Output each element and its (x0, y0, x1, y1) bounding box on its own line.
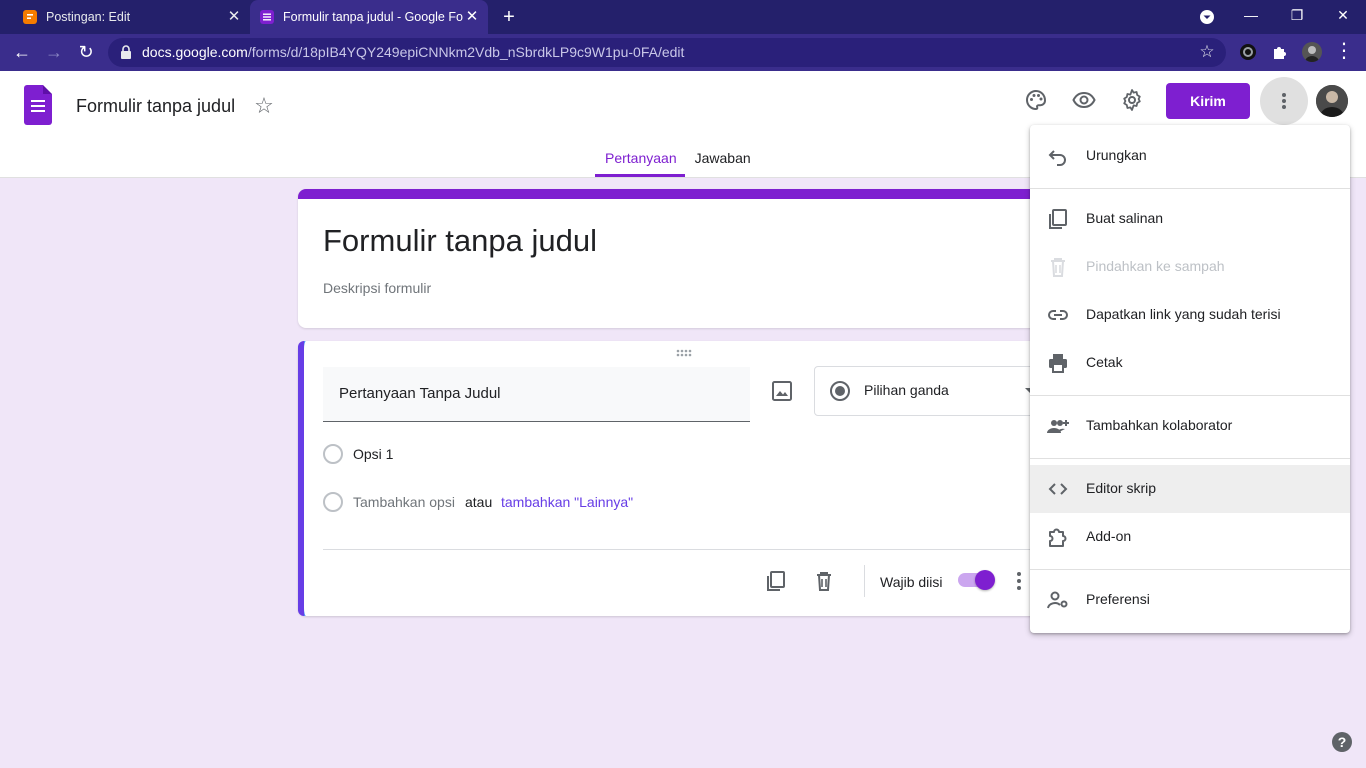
question-title-input[interactable]: Pertanyaan Tanpa Judul (323, 367, 750, 422)
forward-icon[interactable]: → (42, 40, 66, 64)
question-type-select[interactable]: Pilihan ganda (814, 366, 1044, 416)
divider (1030, 188, 1350, 189)
profile-menu-icon[interactable] (1184, 0, 1230, 34)
add-other-link[interactable]: tambahkan "Lainnya" (501, 494, 633, 510)
delete-icon[interactable] (812, 569, 836, 593)
menu-item-undo[interactable]: Urungkan (1030, 132, 1350, 180)
radio-circle-icon (323, 492, 343, 512)
option-label[interactable]: Opsi 1 (353, 446, 393, 462)
browser-tab-blogger[interactable]: Postingan: Edit ✕ (0, 0, 250, 34)
browser-tab-forms[interactable]: Formulir tanpa judul - Google Fo ✕ (250, 0, 488, 34)
menu-item-label: Urungkan (1086, 147, 1147, 163)
more-options-menu: Urungkan Buat salinan Pindahkan ke sampa… (1030, 125, 1350, 633)
close-window-icon[interactable]: ✕ (1320, 0, 1366, 34)
menu-item-label: Editor skrip (1086, 480, 1157, 496)
form-title-card: Formulir tanpa judul Deskripsi formulir (298, 189, 1058, 328)
radio-button-icon (830, 381, 850, 401)
trash-icon (1051, 258, 1065, 277)
address-bar[interactable]: docs.google.com/forms/d/18pIB4YQY249epiC… (108, 38, 1226, 67)
menu-item-move-to-trash: Pindahkan ke sampah (1030, 243, 1350, 291)
print-icon (1049, 354, 1067, 373)
back-icon[interactable]: ← (10, 40, 34, 64)
palette-icon[interactable] (1024, 88, 1048, 112)
menu-item-print[interactable]: Cetak (1030, 339, 1350, 387)
preview-eye-icon[interactable] (1072, 88, 1096, 112)
code-icon (1048, 483, 1068, 495)
more-options-button[interactable] (1260, 77, 1308, 125)
required-label: Wajib diisi (880, 574, 943, 590)
close-tab-icon[interactable]: ✕ (464, 9, 480, 25)
divider (1030, 458, 1350, 459)
menu-item-make-copy[interactable]: Buat salinan (1030, 195, 1350, 243)
menu-item-preferences[interactable]: Preferensi (1030, 576, 1350, 624)
add-image-icon[interactable] (770, 379, 794, 403)
star-icon[interactable]: ☆ (252, 95, 276, 119)
menu-item-label: Add-on (1086, 528, 1132, 544)
menu-item-add-ons[interactable]: Add-on (1030, 513, 1350, 561)
question-card[interactable]: Pertanyaan Tanpa Judul Pilihan ganda Ops… (298, 341, 1058, 616)
undo-icon (1048, 150, 1066, 166)
link-icon (1048, 310, 1068, 320)
tab-questions[interactable]: Pertanyaan (595, 143, 685, 177)
divider (1030, 395, 1350, 396)
extension-icon[interactable] (1238, 42, 1258, 62)
person-settings-icon (1047, 591, 1068, 609)
form-tabs: Pertanyaan Jawaban (595, 143, 759, 177)
minimize-icon[interactable]: — (1228, 0, 1274, 34)
new-tab-icon[interactable]: + (499, 7, 519, 27)
question-type-label: Pilihan ganda (864, 382, 949, 398)
menu-item-label: Dapatkan link yang sudah terisi (1086, 306, 1281, 322)
restore-icon[interactable]: ❐ (1274, 0, 1320, 34)
divider (323, 549, 1043, 550)
blogger-icon (23, 10, 37, 24)
url-text: docs.google.com/forms/d/18pIB4YQY249epiC… (142, 44, 685, 60)
close-tab-icon[interactable]: ✕ (226, 9, 242, 25)
toggle-knob (975, 570, 995, 590)
puzzle-icon (1049, 528, 1067, 547)
menu-item-add-collaborators[interactable]: Tambahkan kolaborator (1030, 402, 1350, 450)
add-people-icon (1047, 420, 1069, 433)
document-title[interactable]: Formulir tanpa judul (76, 96, 235, 117)
avatar[interactable] (1316, 85, 1348, 117)
or-text: atau (465, 494, 493, 510)
help-icon[interactable]: ? (1332, 732, 1352, 752)
google-forms-logo[interactable] (24, 85, 52, 125)
tab-title: Postingan: Edit (46, 10, 131, 24)
menu-item-label: Buat salinan (1086, 210, 1164, 226)
menu-item-script-editor[interactable]: Editor skrip (1030, 465, 1350, 513)
browser-tab-strip: Postingan: Edit ✕ Formulir tanpa judul -… (0, 0, 1366, 34)
form-description-field[interactable]: Deskripsi formulir (323, 280, 431, 296)
copy-icon (1049, 209, 1067, 229)
menu-item-label: Pindahkan ke sampah (1086, 258, 1225, 274)
menu-item-label: Preferensi (1086, 591, 1150, 607)
radio-circle-icon (323, 444, 343, 464)
divider (864, 565, 865, 597)
add-option-link[interactable]: Tambahkan opsi (353, 494, 455, 510)
send-button[interactable]: Kirim (1166, 83, 1250, 119)
extensions-puzzle-icon[interactable] (1270, 42, 1290, 62)
required-toggle[interactable] (958, 570, 995, 590)
tab-responses[interactable]: Jawaban (685, 143, 759, 177)
question-more-icon[interactable] (1016, 572, 1022, 590)
lock-icon (121, 45, 131, 59)
question-title-text: Pertanyaan Tanpa Judul (339, 385, 501, 402)
form-title[interactable]: Formulir tanpa judul (323, 223, 597, 259)
profile-avatar[interactable] (1302, 42, 1322, 62)
duplicate-icon[interactable] (764, 569, 788, 593)
settings-gear-icon[interactable] (1120, 88, 1144, 112)
reload-icon[interactable]: ↻ (74, 40, 98, 64)
drag-handle-icon[interactable] (676, 349, 692, 357)
menu-item-label: Cetak (1086, 354, 1123, 370)
divider (1030, 569, 1350, 570)
google-forms-icon (260, 10, 274, 24)
bookmark-star-icon[interactable]: ☆ (1198, 43, 1216, 61)
menu-item-label: Tambahkan kolaborator (1086, 417, 1233, 433)
browser-menu-icon[interactable]: ⋮ (1332, 40, 1356, 64)
browser-toolbar: ← → ↻ docs.google.com/forms/d/18pIB4YQY2… (0, 34, 1366, 71)
menu-item-prefilled-link[interactable]: Dapatkan link yang sudah terisi (1030, 291, 1350, 339)
tab-title: Formulir tanpa judul - Google Fo (283, 10, 463, 24)
